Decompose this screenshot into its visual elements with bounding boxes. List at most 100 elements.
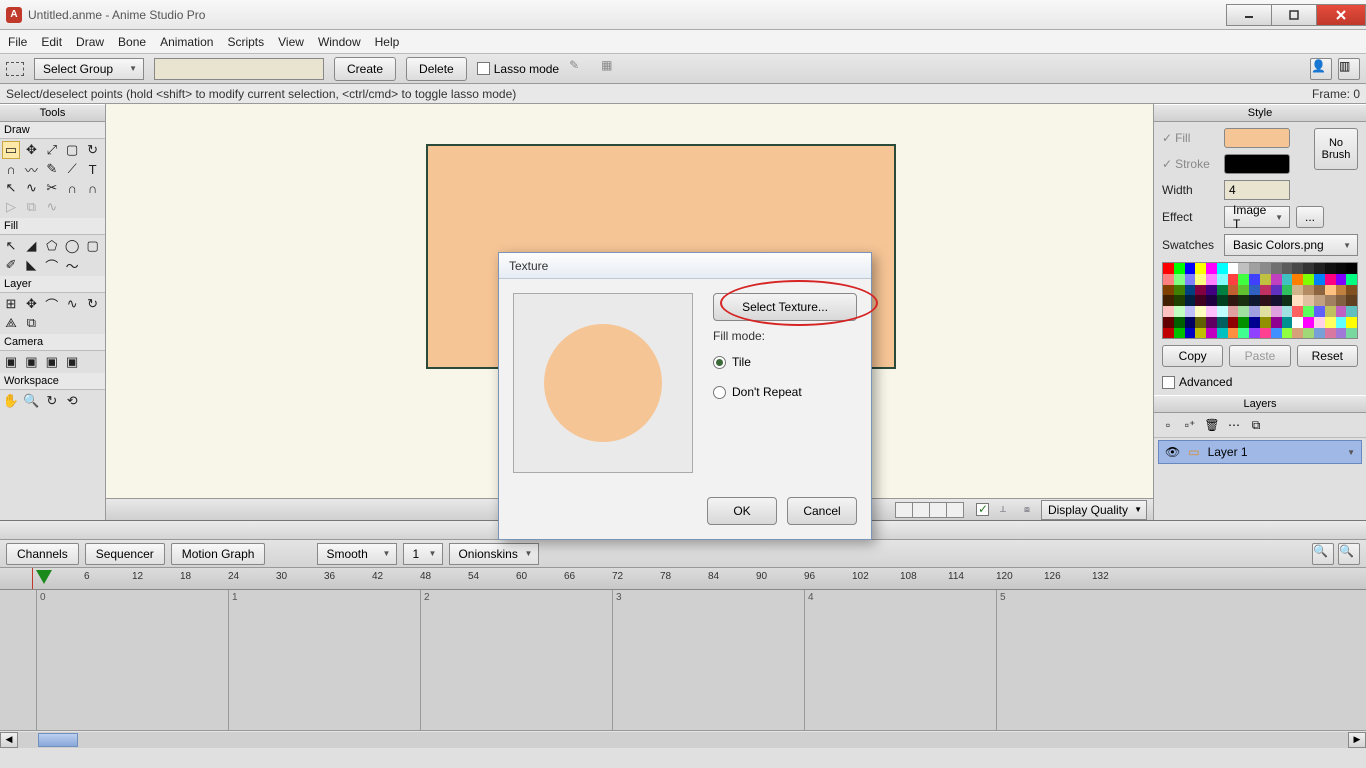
tool-arrow[interactable]: ↖	[2, 179, 20, 197]
view-single-icon[interactable]	[895, 502, 913, 518]
dup-layer-icon[interactable]: ⧉	[1246, 416, 1266, 434]
effect-more-button[interactable]: ...	[1296, 206, 1324, 228]
swatch-color[interactable]	[1336, 306, 1347, 317]
tool-width[interactable]: 〜	[63, 256, 81, 274]
tab-sequencer[interactable]: Sequencer	[85, 543, 165, 565]
create-button[interactable]: Create	[334, 57, 396, 81]
swatch-color[interactable]	[1336, 285, 1347, 296]
swatch-color[interactable]	[1217, 285, 1228, 296]
swatch-color[interactable]	[1163, 263, 1174, 274]
tool-eyedrop[interactable]: ✐	[2, 256, 20, 274]
tool-oval[interactable]: ◯	[63, 237, 81, 255]
tool-freehand[interactable]: 〰	[22, 160, 40, 178]
swatch-color[interactable]	[1174, 328, 1185, 339]
radio-dont-repeat[interactable]: Don't Repeat	[713, 385, 857, 399]
swatch-color[interactable]	[1292, 306, 1303, 317]
dialog-title[interactable]: Texture	[499, 253, 871, 279]
swatch-color[interactable]	[1260, 285, 1271, 296]
view-quad-icon[interactable]	[946, 502, 964, 518]
swatch-color[interactable]	[1292, 285, 1303, 296]
smooth-dropdown[interactable]: Smooth	[317, 543, 397, 565]
crop-icon[interactable]: ⧈	[1017, 502, 1037, 518]
select-texture-button[interactable]: Select Texture...	[713, 293, 857, 321]
new-layer-plus-icon[interactable]: ▫⁺	[1180, 416, 1200, 434]
swatch-color[interactable]	[1292, 328, 1303, 339]
tab-channels[interactable]: Channels	[6, 543, 79, 565]
swatch-color[interactable]	[1325, 317, 1336, 328]
layer-row-1[interactable]: 👁 ▭ Layer 1	[1158, 440, 1362, 464]
tool-reset[interactable]: ⟲	[63, 392, 81, 410]
swatch-color[interactable]	[1228, 295, 1239, 306]
swatch-color[interactable]	[1163, 295, 1174, 306]
visibility-icon[interactable]: 👁	[1165, 445, 1180, 459]
swatch-color[interactable]	[1292, 295, 1303, 306]
tool-skew[interactable]: ⟁	[2, 314, 20, 332]
swatch-color[interactable]	[1174, 317, 1185, 328]
tool-bone[interactable]: ⟋	[63, 160, 81, 178]
ok-button[interactable]: OK	[707, 497, 777, 525]
swatch-color[interactable]	[1206, 263, 1217, 274]
swatch-color[interactable]	[1271, 274, 1282, 285]
radio-tile[interactable]: Tile	[713, 355, 857, 369]
swatch-color[interactable]	[1195, 306, 1206, 317]
menu-draw[interactable]: Draw	[76, 35, 104, 49]
swatch-color[interactable]	[1314, 285, 1325, 296]
menu-edit[interactable]: Edit	[41, 35, 62, 49]
swatch-color[interactable]	[1249, 263, 1260, 274]
select-group-dropdown[interactable]: Select Group	[34, 58, 144, 80]
tool-magnet[interactable]: ∩	[63, 179, 81, 197]
swatches-dropdown[interactable]: Basic Colors.png	[1224, 234, 1358, 256]
swatch-color[interactable]	[1260, 295, 1271, 306]
swatch-color[interactable]	[1325, 263, 1336, 274]
swatch-color[interactable]	[1185, 328, 1196, 339]
swatch-color[interactable]	[1292, 263, 1303, 274]
swatch-color[interactable]	[1206, 295, 1217, 306]
display-quality-dropdown[interactable]: Display Quality	[1041, 500, 1147, 520]
swatch-color[interactable]	[1260, 274, 1271, 285]
marquee-icon[interactable]	[6, 62, 24, 76]
tool-rect[interactable]: ▢	[63, 141, 81, 159]
scroll-thumb[interactable]	[38, 733, 78, 747]
swatch-color[interactable]	[1260, 317, 1271, 328]
swatch-color[interactable]	[1185, 274, 1196, 285]
swatch-color[interactable]	[1228, 306, 1239, 317]
swatch-color[interactable]	[1206, 328, 1217, 339]
swatch-color[interactable]	[1238, 263, 1249, 274]
swatch-color[interactable]	[1314, 317, 1325, 328]
swatch-color[interactable]	[1206, 285, 1217, 296]
swatch-color[interactable]	[1346, 285, 1357, 296]
swatch-color[interactable]	[1174, 263, 1185, 274]
swatch-color[interactable]	[1217, 274, 1228, 285]
swatch-color[interactable]	[1195, 263, 1206, 274]
playback-checkbox[interactable]: ✓	[976, 503, 989, 516]
swatch-color[interactable]	[1195, 295, 1206, 306]
tool-transform[interactable]: ⊞	[2, 295, 20, 313]
swatch-color[interactable]	[1217, 306, 1228, 317]
swatch-color[interactable]	[1174, 285, 1185, 296]
reset-button[interactable]: Reset	[1297, 345, 1358, 367]
tool-arc2[interactable]: ⌒	[43, 295, 61, 313]
view-hsplit-icon[interactable]	[912, 502, 930, 518]
tab-motion-graph[interactable]: Motion Graph	[171, 543, 266, 565]
swatch-color[interactable]	[1325, 295, 1336, 306]
swatch-color[interactable]	[1346, 317, 1357, 328]
swatch-color[interactable]	[1238, 328, 1249, 339]
toolbar-icon-b[interactable]: ▦	[601, 58, 623, 80]
swatch-color[interactable]	[1206, 317, 1217, 328]
swatch-color[interactable]	[1195, 274, 1206, 285]
swatch-color[interactable]	[1325, 285, 1336, 296]
swatch-color[interactable]	[1282, 274, 1293, 285]
swatch-color[interactable]	[1336, 263, 1347, 274]
playhead-icon[interactable]	[36, 570, 52, 584]
tool-rot[interactable]: ↻	[84, 295, 102, 313]
tool-curve2[interactable]: ∿	[63, 295, 81, 313]
swatch-color[interactable]	[1314, 306, 1325, 317]
menu-help[interactable]: Help	[375, 35, 400, 49]
swatch-color[interactable]	[1195, 285, 1206, 296]
swatch-color[interactable]	[1217, 295, 1228, 306]
swatch-color[interactable]	[1217, 317, 1228, 328]
tool-bucket[interactable]: ◢	[22, 237, 40, 255]
swatch-color[interactable]	[1206, 274, 1217, 285]
swatch-color[interactable]	[1314, 274, 1325, 285]
scroll-track[interactable]	[18, 732, 1348, 748]
